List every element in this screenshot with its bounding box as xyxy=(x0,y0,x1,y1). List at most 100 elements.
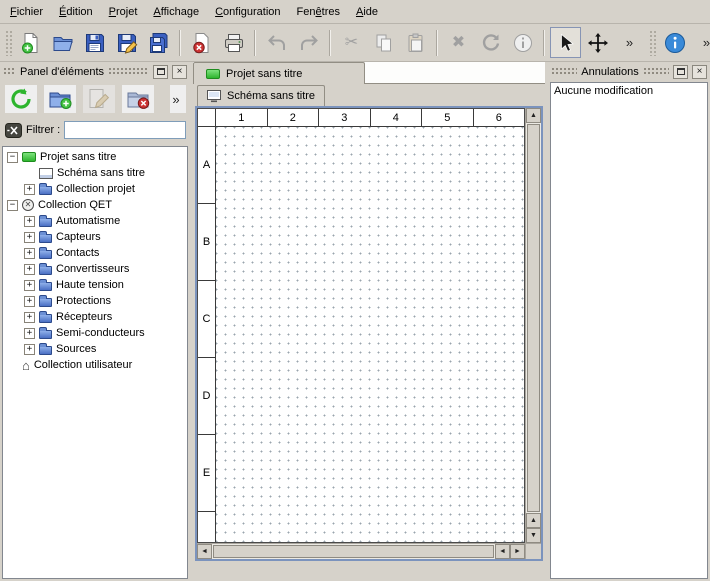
menu-projet[interactable]: Projet xyxy=(101,0,146,23)
tree-item-label: Contacts xyxy=(56,247,99,259)
rotate-button[interactable] xyxy=(475,27,506,58)
menu-fenetres[interactable]: Fenêtres xyxy=(289,0,348,23)
new-project-button[interactable] xyxy=(15,27,46,58)
float-panel-button[interactable] xyxy=(673,65,688,79)
about-overflow-button[interactable]: » xyxy=(691,27,710,58)
menu-aide[interactable]: Aide xyxy=(348,0,386,23)
tab-diagram[interactable]: Schéma sans titre xyxy=(197,85,325,106)
close-panel-button[interactable]: × xyxy=(172,65,187,79)
diagram-icon xyxy=(39,168,53,179)
clear-filter-button[interactable] xyxy=(5,123,22,138)
undo-history-list[interactable]: Aucune modification xyxy=(550,82,708,579)
horizontal-scrollbar[interactable]: ◄ ◄ ► xyxy=(197,543,525,559)
paste-button[interactable] xyxy=(400,27,431,58)
dock-drag-handle[interactable] xyxy=(3,67,16,76)
reload-collections-button[interactable] xyxy=(5,85,37,113)
toolbar-drag-handle[interactable] xyxy=(5,30,12,56)
tree-item-convertisseurs[interactable]: + Convertisseurs xyxy=(3,261,187,277)
chevron-right-icon: » xyxy=(703,36,710,49)
tree-item-semi-conducteurs[interactable]: + Semi-conducteurs xyxy=(3,325,187,341)
toolbar-drag-handle[interactable] xyxy=(649,30,656,56)
scroll-up-button[interactable]: ▲ xyxy=(526,108,541,123)
delete-element-button[interactable] xyxy=(122,85,154,113)
save-button[interactable] xyxy=(79,27,110,58)
tree-item-protections[interactable]: + Protections xyxy=(3,293,187,309)
scroll-left-button[interactable]: ◄ xyxy=(495,544,510,559)
new-document-icon xyxy=(20,32,42,54)
menu-fichier[interactable]: Fichier xyxy=(2,0,51,23)
expand-icon[interactable]: + xyxy=(24,232,35,243)
delete-button[interactable]: ✖ xyxy=(443,27,474,58)
dock-drag-handle[interactable] xyxy=(643,67,669,76)
toolbar-overflow-button[interactable]: » xyxy=(614,27,645,58)
column-label: 5 xyxy=(422,109,474,126)
expand-icon[interactable]: + xyxy=(24,248,35,259)
floppy-disk-icon xyxy=(84,32,106,54)
filter-input[interactable] xyxy=(64,121,186,139)
close-panel-button[interactable]: × xyxy=(692,65,707,79)
expand-icon[interactable]: + xyxy=(24,328,35,339)
undo-button[interactable] xyxy=(261,27,292,58)
save-as-button[interactable] xyxy=(111,27,142,58)
workspace: Projet sans titre Schéma sans titre 1 2 … xyxy=(193,62,545,581)
menu-edition[interactable]: Édition xyxy=(51,0,101,23)
tab-project[interactable]: Projet sans titre xyxy=(193,62,365,84)
dock-drag-handle[interactable] xyxy=(551,67,577,76)
tree-item-diagram[interactable]: Schéma sans titre xyxy=(3,165,187,181)
float-panel-button[interactable] xyxy=(153,65,168,79)
selection-mode-button[interactable] xyxy=(550,27,581,58)
column-label: 2 xyxy=(268,109,320,126)
delete-x-icon: ✖ xyxy=(452,35,465,51)
expand-icon[interactable]: + xyxy=(24,216,35,227)
tree-item-project-collection[interactable]: + Collection projet xyxy=(3,181,187,197)
collapse-icon[interactable]: − xyxy=(7,152,18,163)
floppy-pencil-icon xyxy=(116,32,138,54)
cut-button[interactable]: ✂ xyxy=(336,27,367,58)
tree-item-user-collection[interactable]: ⌂ Collection utilisateur xyxy=(3,357,187,373)
save-all-button[interactable] xyxy=(143,27,174,58)
vertical-scrollbar[interactable]: ▲ ▲ ▼ xyxy=(525,108,541,543)
tree-item-capteurs[interactable]: + Capteurs xyxy=(3,229,187,245)
float-icon xyxy=(677,68,685,75)
tree-item-qet-collection[interactable]: − ✕ Collection QET xyxy=(3,197,187,213)
close-document-icon xyxy=(191,32,213,54)
expand-icon[interactable]: + xyxy=(24,184,35,195)
expand-icon[interactable]: + xyxy=(24,264,35,275)
open-project-button[interactable] xyxy=(47,27,78,58)
pan-mode-button[interactable] xyxy=(582,27,613,58)
about-qet-button[interactable] xyxy=(659,27,690,58)
redo-button[interactable] xyxy=(293,27,324,58)
dock-drag-handle[interactable] xyxy=(108,67,149,76)
scroll-right-button[interactable]: ► xyxy=(510,544,525,559)
scroll-left-button[interactable]: ◄ xyxy=(197,544,212,559)
diagram-canvas[interactable] xyxy=(216,127,524,542)
horizontal-scroll-thumb[interactable] xyxy=(213,545,494,558)
tree-item-haute-tension[interactable]: + Haute tension xyxy=(3,277,187,293)
element-information-button[interactable] xyxy=(507,27,538,58)
tree-item-recepteurs[interactable]: + Récepteurs xyxy=(3,309,187,325)
panel-overflow-button[interactable]: » xyxy=(170,85,186,113)
collapse-icon[interactable]: − xyxy=(7,200,18,211)
move-cross-icon xyxy=(587,32,609,54)
scroll-down-button[interactable]: ▼ xyxy=(526,528,541,543)
expand-icon[interactable]: + xyxy=(24,280,35,291)
menu-affichage[interactable]: Affichage xyxy=(145,0,207,23)
tree-item-contacts[interactable]: + Contacts xyxy=(3,245,187,261)
close-project-button[interactable] xyxy=(186,27,217,58)
copy-button[interactable] xyxy=(368,27,399,58)
tree-item-sources[interactable]: + Sources xyxy=(3,341,187,357)
row-ruler: A B C D E xyxy=(198,127,216,542)
edit-element-button[interactable] xyxy=(83,85,115,113)
print-button[interactable] xyxy=(218,27,249,58)
menu-configuration[interactable]: Configuration xyxy=(207,0,288,23)
new-element-button[interactable] xyxy=(44,85,76,113)
tree-item-project[interactable]: − Projet sans titre xyxy=(3,149,187,165)
scroll-up-button[interactable]: ▲ xyxy=(526,513,541,528)
tree-item-automatisme[interactable]: + Automatisme xyxy=(3,213,187,229)
expand-icon[interactable]: + xyxy=(24,296,35,307)
undo-arrow-icon xyxy=(266,32,288,54)
expand-icon[interactable]: + xyxy=(24,312,35,323)
vertical-scroll-thumb[interactable] xyxy=(527,124,540,512)
column-label: 3 xyxy=(319,109,371,126)
expand-icon[interactable]: + xyxy=(24,344,35,355)
